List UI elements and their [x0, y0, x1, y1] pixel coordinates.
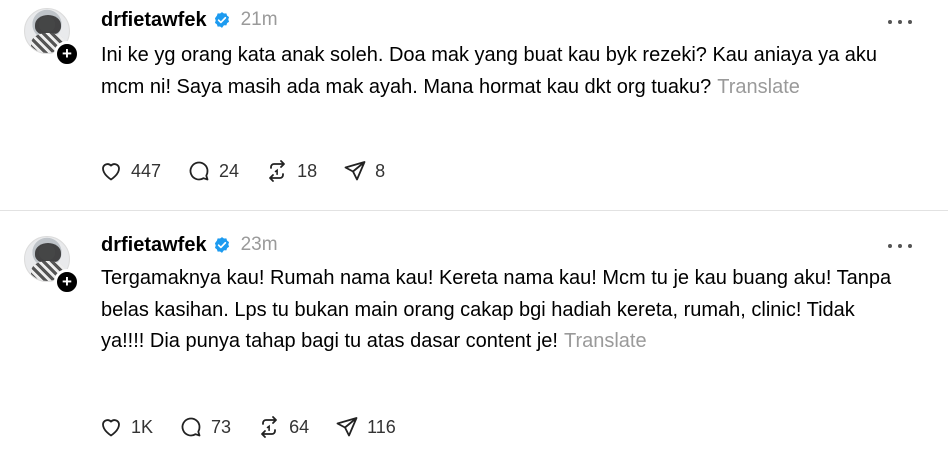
heart-icon — [102, 163, 120, 181]
follow-plus-icon[interactable]: + — [54, 41, 80, 67]
timestamp[interactable]: 23m — [241, 234, 278, 256]
share-count: 8 — [375, 160, 386, 181]
post-body: Tergamaknya kau! Rumah nama kau! Kereta … — [101, 267, 892, 352]
translate-link[interactable]: Translate — [717, 76, 800, 98]
follow-plus-icon[interactable]: + — [54, 269, 80, 295]
comment-icon — [189, 161, 209, 181]
more-options-icon[interactable] — [888, 241, 912, 251]
post: + drfietawfek 23m Tergamaknya kau! Rumah… — [0, 210, 948, 460]
timestamp[interactable]: 21m — [241, 9, 278, 31]
reply-button[interactable]: 73 — [179, 415, 231, 439]
send-icon — [344, 161, 366, 181]
verified-badge-icon — [214, 12, 229, 28]
verified-badge-icon — [214, 237, 229, 253]
post: + drfietawfek 21m Ini ke yg orang kata a… — [0, 0, 948, 210]
reply-count: 73 — [211, 416, 232, 437]
action-bar: 1K 73 64 116 — [99, 414, 422, 440]
translate-link[interactable]: Translate — [564, 330, 647, 352]
post-header: drfietawfek 23m — [101, 232, 278, 258]
comment-icon — [181, 417, 201, 437]
like-button[interactable]: 447 — [99, 159, 161, 183]
post-text: Tergamaknya kau! Rumah nama kau! Kereta … — [101, 263, 901, 358]
reply-button[interactable]: 24 — [187, 159, 239, 183]
like-count: 1K — [131, 416, 154, 437]
like-count: 447 — [131, 160, 162, 181]
like-button[interactable]: 1K — [99, 415, 153, 439]
repost-count: 18 — [297, 160, 318, 181]
repost-icon — [269, 160, 285, 182]
avatar[interactable]: + — [24, 8, 82, 67]
post-header: drfietawfek 21m — [101, 7, 278, 33]
heart-icon — [102, 419, 120, 437]
reply-count: 24 — [219, 160, 240, 181]
share-button[interactable]: 116 — [335, 415, 396, 439]
repost-icon — [261, 416, 277, 438]
share-button[interactable]: 8 — [343, 159, 385, 183]
repost-count: 64 — [289, 416, 310, 437]
username[interactable]: drfietawfek — [101, 9, 207, 32]
action-bar: 447 24 18 8 — [99, 158, 411, 184]
send-icon — [336, 417, 358, 437]
username[interactable]: drfietawfek — [101, 234, 207, 257]
repost-button[interactable]: 18 — [265, 159, 317, 183]
post-text: Ini ke yg orang kata anak soleh. Doa mak… — [101, 40, 901, 103]
avatar[interactable]: + — [24, 236, 82, 295]
repost-button[interactable]: 64 — [257, 415, 309, 439]
share-count: 116 — [367, 416, 396, 437]
more-options-icon[interactable] — [888, 17, 912, 27]
